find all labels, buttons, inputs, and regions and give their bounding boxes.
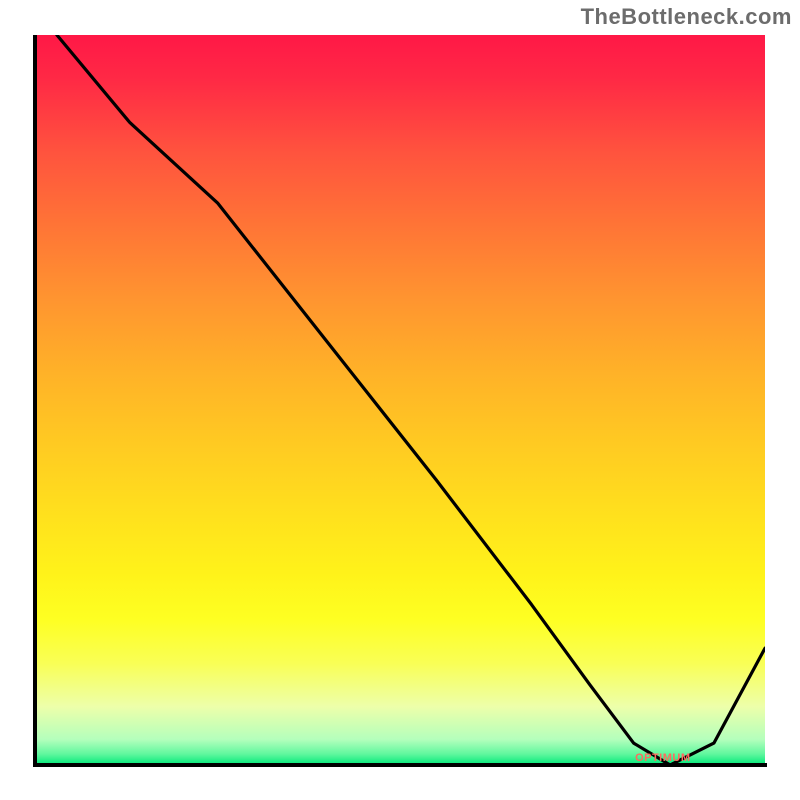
x-axis	[33, 763, 767, 767]
y-axis	[33, 35, 37, 767]
bottleneck-line	[35, 35, 765, 765]
plot-area: OPTIMUM	[35, 35, 765, 765]
min-marker: OPTIMUM	[635, 752, 690, 764]
chart-container: TheBottleneck.com OPTIMUM	[0, 0, 800, 800]
attribution-text: TheBottleneck.com	[581, 4, 792, 30]
